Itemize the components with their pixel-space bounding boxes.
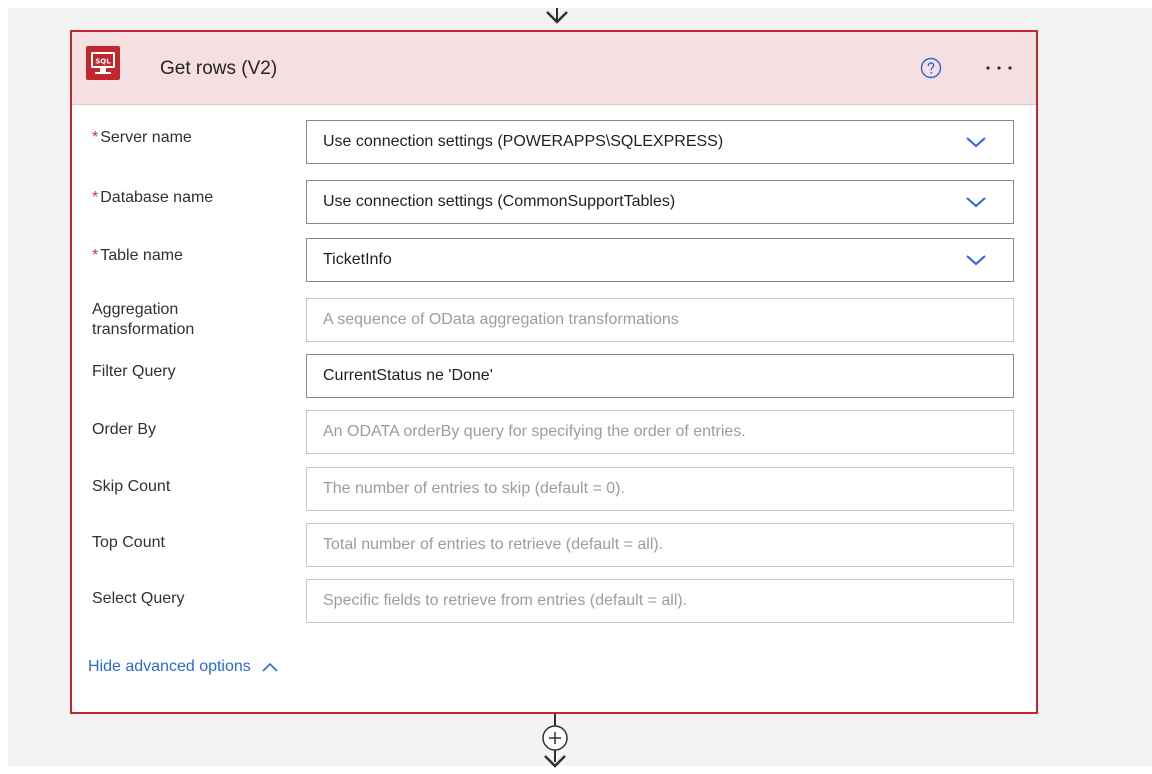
connector-arrow-icon <box>546 8 568 24</box>
database-name-dropdown[interactable]: Use connection settings (CommonSupportTa… <box>306 180 1014 224</box>
select-query-label: Select Query <box>92 590 185 607</box>
table-name-label: * Table name <box>92 247 183 264</box>
table-name-dropdown[interactable]: TicketInfo <box>306 238 1014 282</box>
add-step-connector[interactable] <box>535 714 575 774</box>
top-count-input[interactable]: Total number of entries to retrieve (def… <box>306 523 1014 567</box>
card-title[interactable]: Get rows (V2) <box>160 58 277 80</box>
order-by-input[interactable]: An ODATA orderBy query for specifying th… <box>306 410 1014 454</box>
server-name-dropdown[interactable]: Use connection settings (POWERAPPS\SQLEX… <box>306 120 1014 164</box>
aggregation-input[interactable]: A sequence of OData aggregation transfor… <box>306 298 1014 342</box>
filter-query-input[interactable]: CurrentStatus ne 'Done' <box>306 354 1014 398</box>
hide-advanced-options-label: Hide advanced options <box>88 658 251 675</box>
help-circle-icon[interactable] <box>920 57 942 79</box>
required-marker: * <box>92 247 99 264</box>
select-query-input[interactable]: Specific fields to retrieve from entries… <box>306 579 1014 623</box>
server-name-value: Use connection settings (POWERAPPS\SQLEX… <box>323 133 724 150</box>
top-count-label: Top Count <box>92 534 165 551</box>
required-marker: * <box>92 189 99 206</box>
database-name-label: * Database name <box>92 189 214 206</box>
card-header[interactable]: SQL Get rows (V2) <box>72 32 1036 105</box>
required-marker: * <box>92 129 99 146</box>
server-name-label: * Server name <box>92 129 192 146</box>
skip-count-label: Skip Count <box>92 478 171 495</box>
flow-canvas: SQL Get rows (V2) * Server name Use conn… <box>8 8 1152 768</box>
sql-server-icon: SQL <box>86 46 120 80</box>
chevron-down-icon[interactable] <box>965 253 987 267</box>
chevron-down-icon[interactable] <box>965 135 987 149</box>
order-by-label: Order By <box>92 421 157 438</box>
sql-get-rows-action-card: SQL Get rows (V2) * Server name Use conn… <box>70 30 1038 714</box>
hide-advanced-options-link[interactable]: Hide advanced options <box>88 658 279 676</box>
chevron-down-icon[interactable] <box>965 195 987 209</box>
aggregation-label: Aggregation transformation <box>92 301 195 338</box>
chevron-up-icon <box>262 662 278 672</box>
more-options-icon[interactable] <box>984 58 1014 74</box>
skip-count-input[interactable]: The number of entries to skip (default =… <box>306 467 1014 511</box>
filter-query-label: Filter Query <box>92 363 176 380</box>
table-name-value: TicketInfo <box>323 251 392 268</box>
database-name-value: Use connection settings (CommonSupportTa… <box>323 193 676 210</box>
sql-icon-text: SQL <box>95 58 111 66</box>
